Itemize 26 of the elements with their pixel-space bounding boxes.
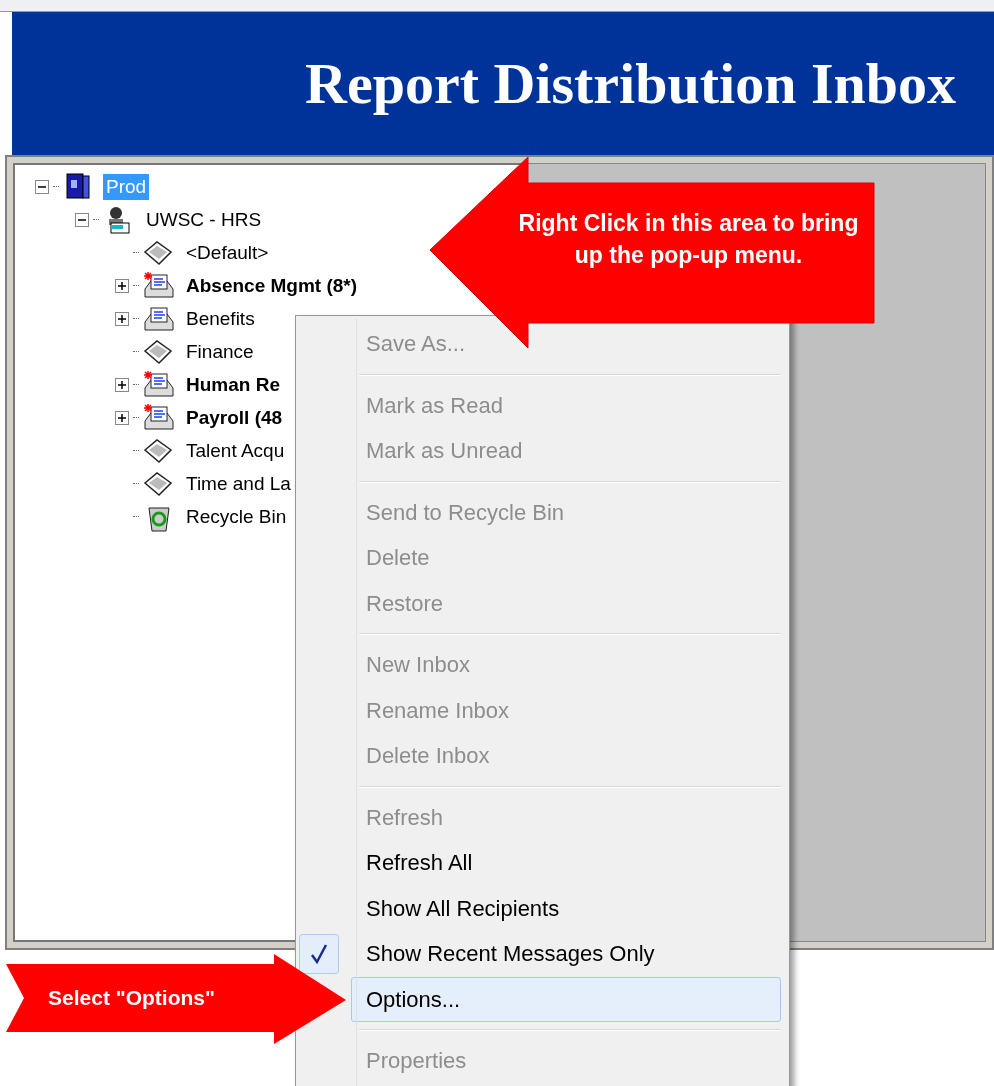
expand-toggle[interactable] bbox=[115, 410, 129, 425]
collapse-toggle[interactable] bbox=[75, 212, 89, 227]
expand-toggle[interactable] bbox=[115, 377, 129, 392]
expand-toggle[interactable] bbox=[115, 278, 129, 293]
callout-text: Right Click in this area to bring up the pop-up menu. bbox=[517, 209, 860, 270]
tray-icon bbox=[143, 270, 175, 301]
tree-item[interactable]: Absence Mgmt (8*) bbox=[183, 272, 361, 299]
tray-icon bbox=[143, 402, 175, 433]
tree-item[interactable]: Human Re bbox=[183, 371, 283, 398]
tree-item[interactable]: Recycle Bin bbox=[183, 503, 290, 530]
menu-item[interactable]: Show Recent Messages Only bbox=[351, 931, 781, 977]
menu-item[interactable]: Show All Recipients bbox=[351, 885, 781, 931]
menu-item[interactable]: Refresh All bbox=[351, 840, 781, 886]
expand-toggle[interactable] bbox=[115, 311, 129, 326]
tray-icon bbox=[143, 369, 175, 400]
tree-item[interactable]: Finance bbox=[183, 338, 257, 365]
header-title: Report Distribution Inbox bbox=[305, 49, 956, 118]
tree-item[interactable]: <Default> bbox=[183, 239, 272, 266]
menu-item[interactable]: Options... bbox=[351, 976, 781, 1022]
tree-item[interactable]: Benefits bbox=[183, 305, 258, 332]
tree-item[interactable]: Payroll (48 bbox=[183, 404, 286, 431]
tree-item[interactable]: Time and La bbox=[183, 470, 294, 497]
tree-item[interactable]: UWSC - HRS bbox=[143, 206, 265, 233]
callout-text: Select "Options" bbox=[48, 985, 215, 1011]
tree-item[interactable]: Talent Acqu bbox=[183, 437, 288, 464]
collapse-toggle[interactable] bbox=[35, 179, 49, 194]
